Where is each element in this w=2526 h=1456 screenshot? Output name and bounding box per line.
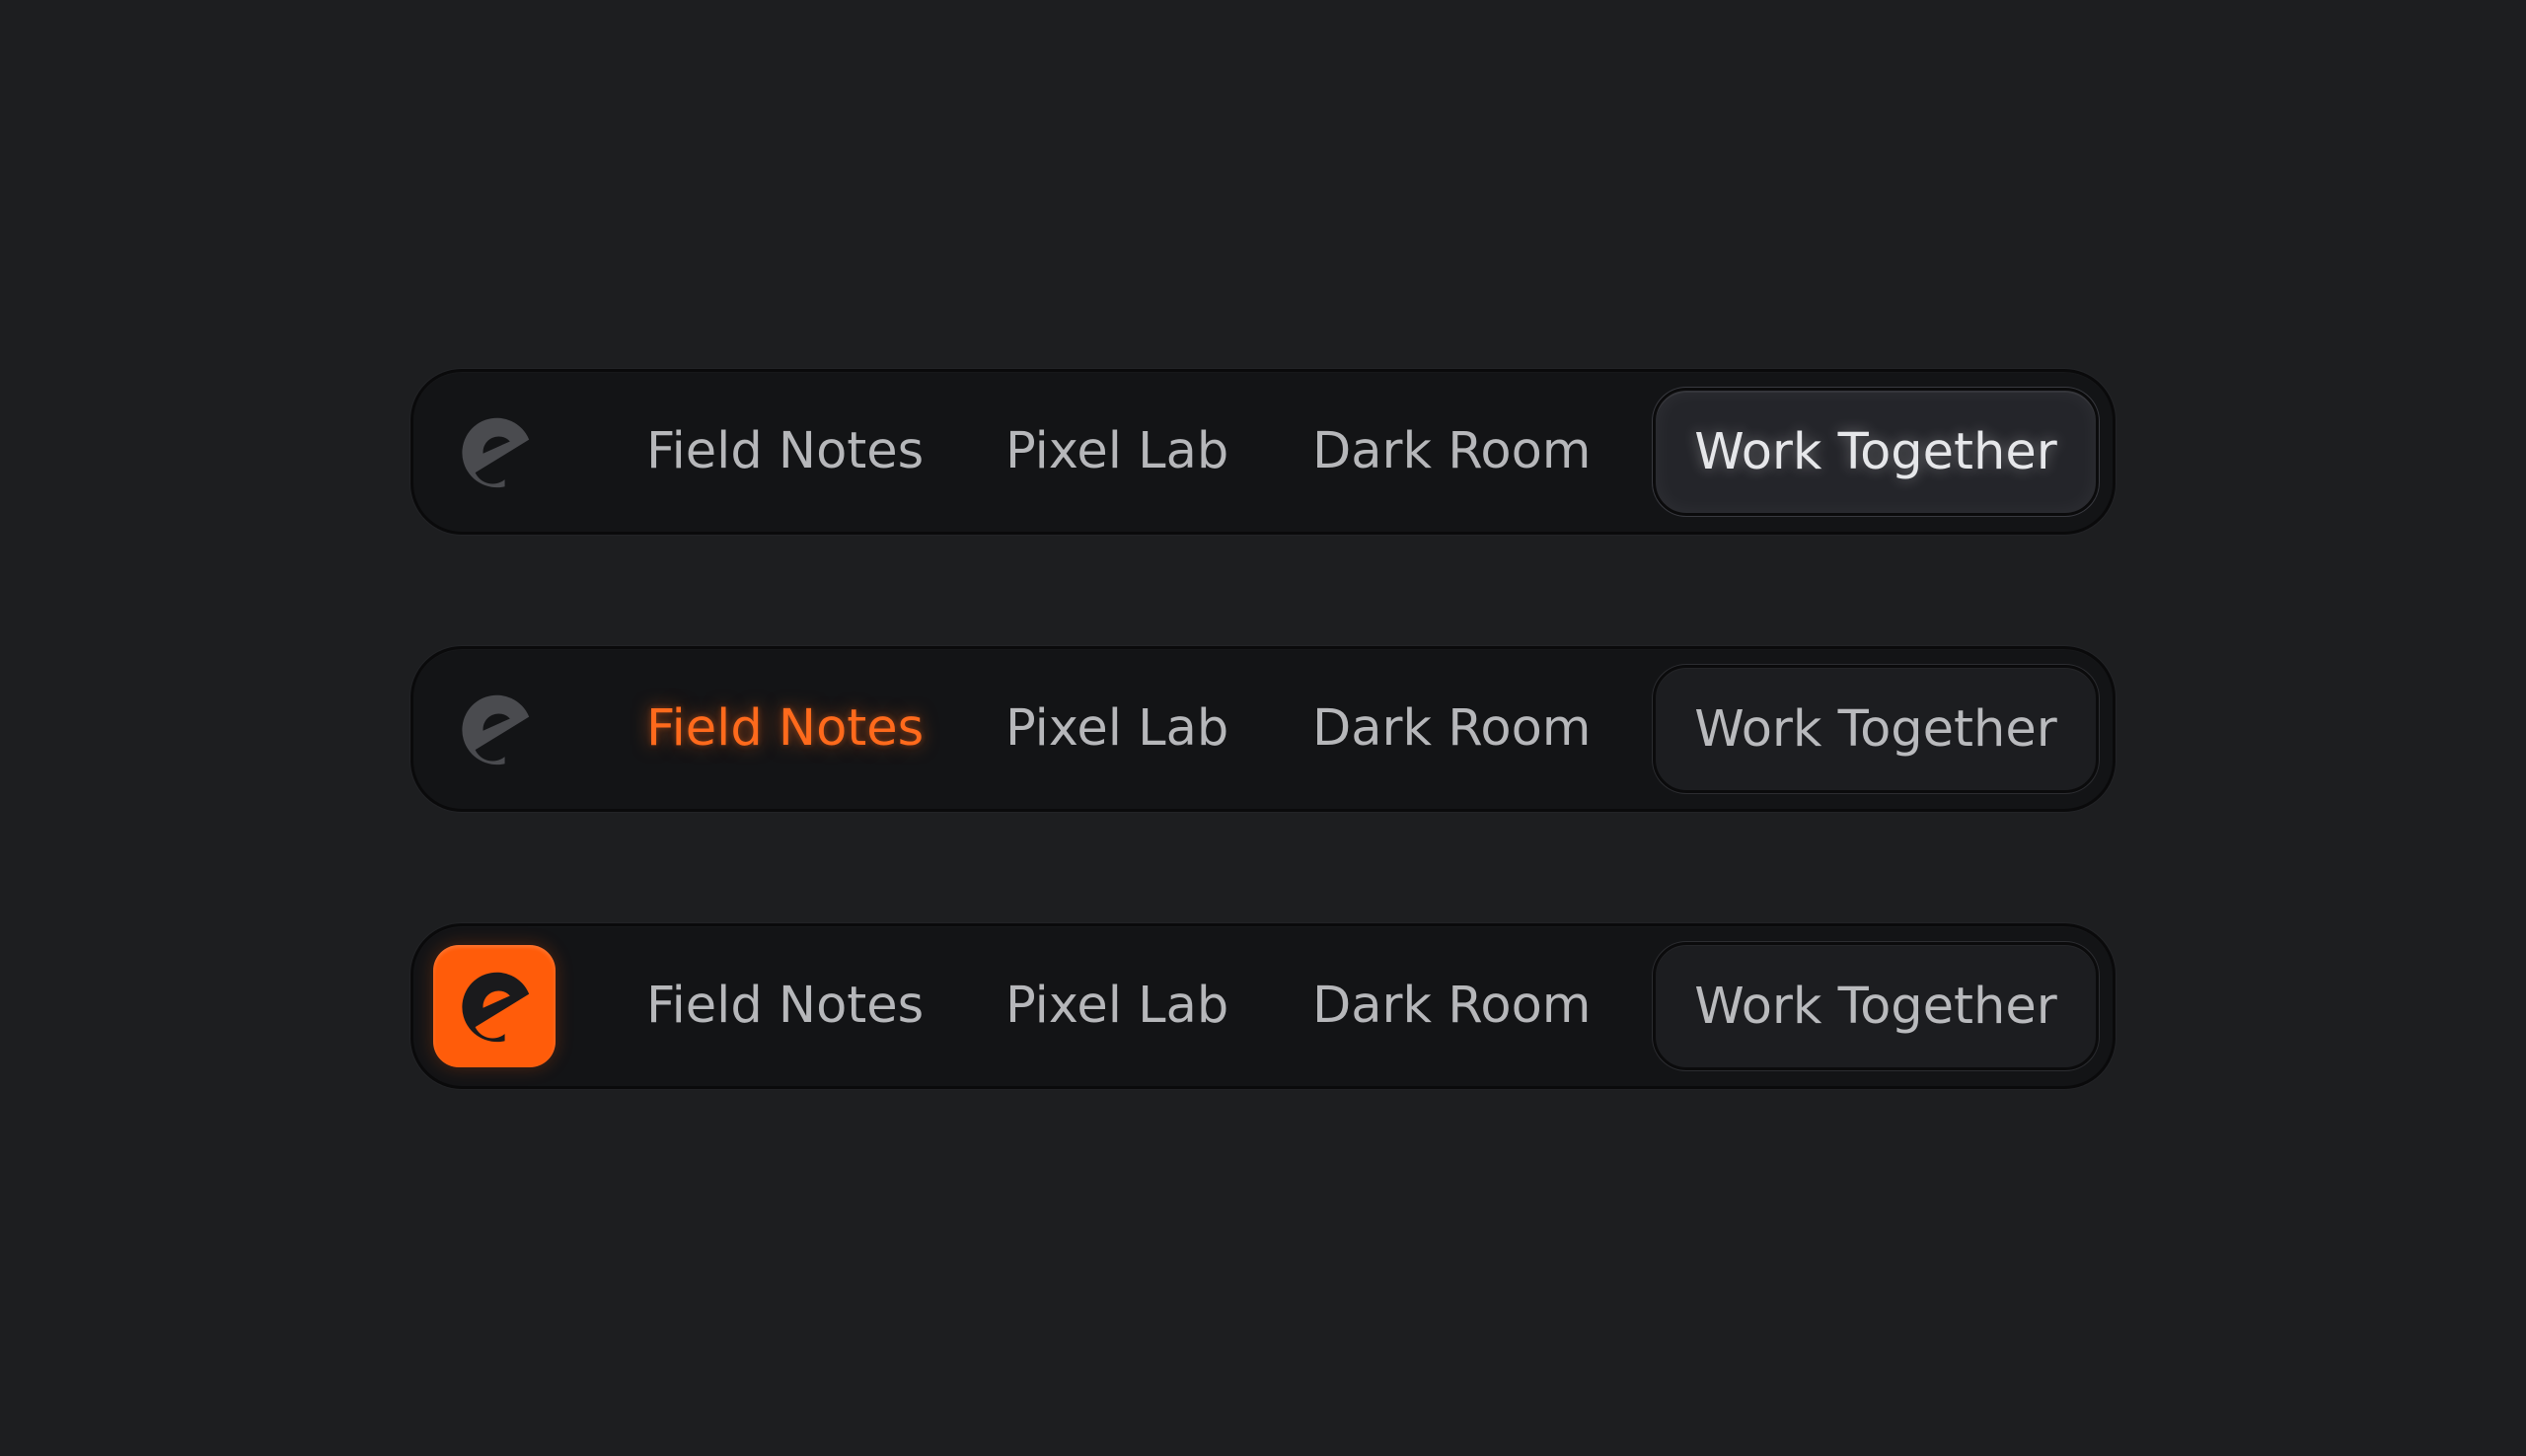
logo-button[interactable] — [433, 391, 556, 513]
e-logo-icon — [462, 694, 530, 765]
nav-link-field-notes[interactable]: Field Notes — [646, 649, 924, 809]
nav-link-dark-room[interactable]: Dark Room — [1312, 926, 1591, 1086]
work-together-button[interactable]: Work Together — [1653, 942, 2099, 1070]
nav-link-pixel-lab[interactable]: Pixel Lab — [1005, 372, 1228, 532]
navbar-variant-2: Field Notes Pixel Lab Dark Room Work Tog… — [410, 646, 2116, 812]
navbar-variant-1: Field Notes Pixel Lab Dark Room Work Tog… — [410, 369, 2116, 535]
nav-link-dark-room[interactable]: Dark Room — [1312, 372, 1591, 532]
logo-button[interactable] — [433, 668, 556, 790]
nav-link-field-notes[interactable]: Field Notes — [646, 372, 924, 532]
canvas: Field Notes Pixel Lab Dark Room Work Tog… — [0, 0, 2526, 1456]
e-logo-icon — [462, 972, 530, 1043]
e-logo-icon — [462, 417, 530, 488]
work-together-button[interactable]: Work Together — [1653, 388, 2099, 516]
nav-link-field-notes[interactable]: Field Notes — [646, 926, 924, 1086]
work-together-button[interactable]: Work Together — [1653, 665, 2099, 793]
nav-link-pixel-lab[interactable]: Pixel Lab — [1005, 926, 1228, 1086]
nav-link-pixel-lab[interactable]: Pixel Lab — [1005, 649, 1228, 809]
nav-link-dark-room[interactable]: Dark Room — [1312, 649, 1591, 809]
logo-button[interactable] — [433, 945, 556, 1067]
navbar-variant-3: Field Notes Pixel Lab Dark Room Work Tog… — [410, 923, 2116, 1089]
